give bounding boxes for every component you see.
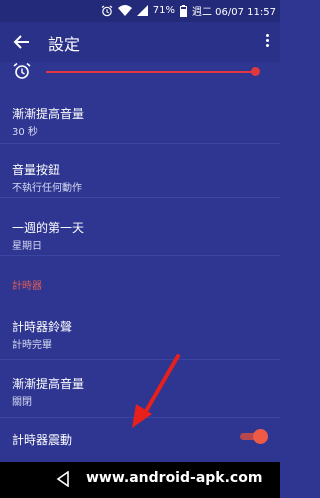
date-time: 週二 06/07 11:57 xyxy=(192,7,276,18)
setting-title: 計時器震動 xyxy=(12,433,73,447)
battery-icon xyxy=(180,4,187,17)
back-triangle-icon[interactable] xyxy=(56,471,70,487)
setting-volume-buttons[interactable]: 音量按鈕 不執行任何動作 xyxy=(0,144,280,198)
setting-gradually-increase-volume[interactable]: 漸漸提高音量 30 秒 xyxy=(0,92,280,144)
wifi-icon xyxy=(117,5,132,16)
page-title: 設定 xyxy=(48,35,81,54)
volume-slider-thumb[interactable] xyxy=(251,67,260,76)
setting-title: 漸漸提高音量 xyxy=(12,107,85,121)
setting-title: 一週的第一天 xyxy=(12,221,85,235)
section-header-timer: 計時器 xyxy=(12,281,42,292)
app-bar: 設定 xyxy=(0,22,280,62)
arrow-back-icon[interactable] xyxy=(11,31,33,53)
alarm-icon xyxy=(101,5,113,16)
setting-title: 漸漸提高音量 xyxy=(12,377,85,391)
alarm-volume-row xyxy=(0,62,280,88)
setting-summary: 計時完畢 xyxy=(12,340,52,351)
battery-percent: 71% xyxy=(152,5,175,16)
setting-first-day-of-week[interactable]: 一週的第一天 星期日 xyxy=(0,198,280,256)
volume-slider-track[interactable] xyxy=(46,71,256,73)
setting-summary: 30 秒 xyxy=(12,127,38,138)
watermark: www.android-apk.com xyxy=(86,470,263,486)
setting-summary: 星期日 xyxy=(12,241,42,252)
setting-title: 音量按鈕 xyxy=(12,163,61,177)
toggle-thumb xyxy=(253,429,268,444)
more-vert-icon[interactable] xyxy=(264,32,270,52)
signal-icon xyxy=(136,5,148,16)
setting-summary: 關閉 xyxy=(12,397,32,408)
alarm-icon xyxy=(13,62,31,79)
timer-vibrate-toggle[interactable] xyxy=(240,429,268,444)
status-icons: 71% 週二 06/07 11:57 xyxy=(101,3,276,18)
setting-summary: 不執行任何動作 xyxy=(12,183,82,194)
setting-title: 計時器鈴聲 xyxy=(12,320,73,334)
status-bar: 71% 週二 06/07 11:57 xyxy=(0,0,280,22)
annotation-arrow-icon xyxy=(132,354,180,428)
